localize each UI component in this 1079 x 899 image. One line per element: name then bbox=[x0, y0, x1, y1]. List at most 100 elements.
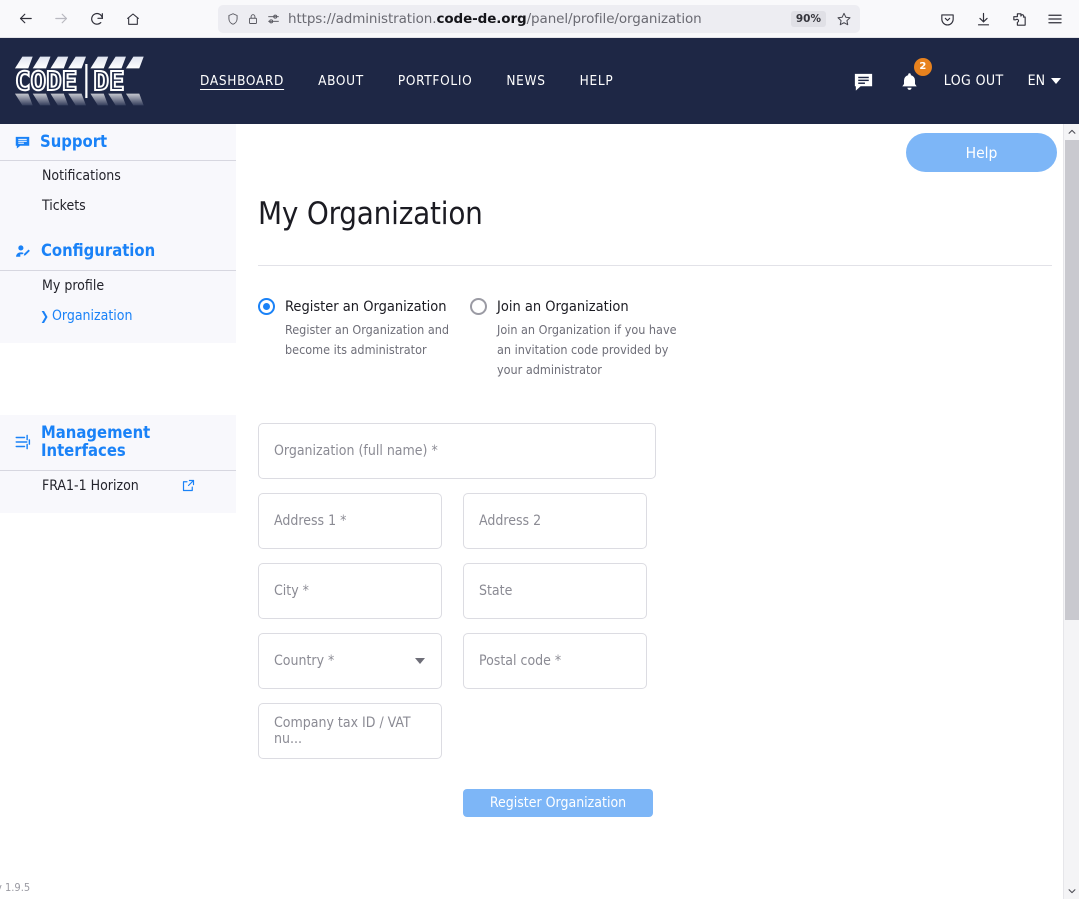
vertical-scrollbar[interactable] bbox=[1063, 124, 1079, 899]
language-selector[interactable]: EN bbox=[1028, 73, 1061, 89]
register-organization-button[interactable]: Register Organization bbox=[463, 789, 653, 818]
form-row: Address 1 * Address 2 bbox=[258, 493, 1079, 550]
sidebar-section-management-interfaces: Management Interfaces FRA1-1 Horizon bbox=[0, 414, 236, 513]
placeholder-text: Postal code * bbox=[479, 653, 562, 670]
radio-label-register: Register an Organization bbox=[285, 298, 447, 315]
nav-item-dashboard[interactable]: DASHBOARD bbox=[200, 73, 284, 89]
back-button[interactable] bbox=[8, 4, 42, 34]
pocket-icon[interactable] bbox=[931, 4, 963, 34]
form-row: City * State bbox=[258, 563, 1079, 620]
download-icon[interactable] bbox=[967, 4, 999, 34]
url-host: code-de.org bbox=[436, 11, 527, 27]
extensions-icon[interactable] bbox=[1003, 4, 1035, 34]
sidebar-item-tickets[interactable]: Tickets bbox=[0, 191, 236, 221]
country-select[interactable]: Country * bbox=[258, 633, 442, 690]
address-bar[interactable]: https://administration.code-de.org/panel… bbox=[218, 5, 860, 33]
placeholder-text: State bbox=[479, 583, 513, 600]
placeholder-text: Address 1 * bbox=[274, 513, 347, 530]
scrollbar-track[interactable] bbox=[1064, 140, 1079, 883]
radio-register-row[interactable]: Register an Organization bbox=[258, 298, 470, 315]
browser-nav-buttons bbox=[0, 4, 150, 34]
sidebar-section-header-configuration: Configuration bbox=[0, 233, 236, 271]
city-input[interactable]: City * bbox=[258, 563, 442, 620]
radio-option-join[interactable]: Join an Organization Join an Organizatio… bbox=[470, 298, 682, 379]
sidebar-item-label: Organization bbox=[52, 307, 133, 324]
sidebar-item-organization[interactable]: ❯ Organization bbox=[0, 301, 236, 331]
message-icon bbox=[14, 134, 31, 151]
url-text[interactable]: https://administration.code-de.org/panel… bbox=[288, 11, 784, 27]
user-edit-icon bbox=[14, 243, 32, 260]
nav-item-help[interactable]: HELP bbox=[580, 73, 614, 89]
sidebar-item-label: Tickets bbox=[42, 198, 86, 215]
shield-icon bbox=[226, 12, 240, 26]
language-label: EN bbox=[1027, 73, 1045, 89]
sidebar-item-my-profile[interactable]: My profile bbox=[0, 271, 236, 301]
svg-text:CODE: CODE bbox=[15, 67, 77, 97]
reload-button[interactable] bbox=[80, 4, 114, 34]
home-button[interactable] bbox=[116, 4, 150, 34]
radio-label-join: Join an Organization bbox=[497, 298, 629, 315]
url-prefix: https://administration. bbox=[288, 11, 437, 27]
title-divider bbox=[258, 265, 1052, 266]
organization-name-input[interactable]: Organization (full name) * bbox=[258, 423, 656, 480]
sliders-icon bbox=[14, 433, 32, 451]
radio-join-row[interactable]: Join an Organization bbox=[470, 298, 682, 315]
radio-button-join[interactable] bbox=[470, 298, 487, 315]
scrollbar-thumb[interactable] bbox=[1064, 140, 1079, 620]
nav-item-news[interactable]: NEWS bbox=[506, 73, 545, 89]
permissions-icon bbox=[266, 12, 281, 26]
help-button[interactable]: Help bbox=[906, 133, 1057, 172]
svg-text:DE: DE bbox=[93, 67, 124, 97]
nav-item-portfolio[interactable]: PORTFOLIO bbox=[398, 73, 473, 89]
sidebar-item-fra1-1-horizon[interactable]: FRA1-1 Horizon bbox=[0, 471, 236, 501]
logout-button[interactable]: LOG OUT bbox=[944, 73, 1004, 89]
sidebar-section-title: Support bbox=[40, 132, 108, 151]
browser-toolbar: https://administration.code-de.org/panel… bbox=[0, 0, 1079, 38]
radio-button-register[interactable] bbox=[258, 298, 275, 315]
postal-code-input[interactable]: Postal code * bbox=[463, 633, 647, 690]
nav-item-about[interactable]: ABOUT bbox=[318, 73, 364, 89]
codede-logo[interactable]: CODE DE bbox=[12, 49, 160, 113]
scroll-up-arrow-icon[interactable] bbox=[1064, 124, 1079, 140]
main-content: Help My Organization Register an Organiz… bbox=[236, 124, 1079, 899]
hamburger-menu-icon[interactable] bbox=[1039, 4, 1071, 34]
notification-badge: 2 bbox=[913, 57, 932, 76]
star-icon[interactable] bbox=[836, 11, 852, 27]
form-row: Company tax ID / VAT nu... bbox=[258, 703, 1079, 760]
vat-number-input[interactable]: Company tax ID / VAT nu... bbox=[258, 703, 442, 760]
browser-right-icons bbox=[931, 0, 1071, 38]
sidebar-item-label: FRA1-1 Horizon bbox=[42, 477, 139, 494]
zoom-level-badge[interactable]: 90% bbox=[790, 11, 826, 27]
header-actions: 2 LOG OUT EN bbox=[852, 38, 1061, 124]
submit-row: Register Organization bbox=[258, 789, 1079, 818]
message-icon[interactable] bbox=[852, 70, 875, 93]
placeholder-text: Address 2 bbox=[479, 513, 542, 530]
sidebar-item-label: Notifications bbox=[42, 168, 121, 185]
state-input[interactable]: State bbox=[463, 563, 647, 620]
address-1-input[interactable]: Address 1 * bbox=[258, 493, 442, 550]
chevron-down-icon[interactable] bbox=[415, 658, 425, 665]
scroll-down-arrow-icon[interactable] bbox=[1064, 883, 1079, 899]
form-row: Organization (full name) * bbox=[258, 423, 1079, 480]
placeholder-text: Country * bbox=[274, 653, 335, 670]
sidebar-section-title: Management Interfaces bbox=[41, 422, 151, 461]
padlock-icon bbox=[247, 12, 259, 26]
placeholder-text: Company tax ID / VAT nu... bbox=[274, 715, 411, 748]
radio-description-register: Register an Organization and become its … bbox=[285, 322, 450, 357]
sidebar-section-support: Support Notifications Tickets bbox=[0, 124, 236, 234]
placeholder-text: City * bbox=[274, 583, 309, 600]
forward-button[interactable] bbox=[44, 4, 78, 34]
form-row: Country * Postal code * bbox=[258, 633, 1079, 690]
url-path: /panel/profile/organization bbox=[526, 11, 702, 27]
address-2-input[interactable]: Address 2 bbox=[463, 493, 647, 550]
sidebar-item-notifications[interactable]: Notifications bbox=[0, 161, 236, 191]
radio-description-join: Join an Organization if you have an invi… bbox=[497, 322, 677, 377]
main-navigation: DASHBOARD ABOUT PORTFOLIO NEWS HELP bbox=[200, 73, 613, 89]
app-header: CODE DE DASHBOARD ABOUT PORTFOLIO NEWS H… bbox=[0, 38, 1079, 124]
external-link-icon[interactable] bbox=[181, 478, 196, 493]
radio-option-register[interactable]: Register an Organization Register an Org… bbox=[258, 298, 470, 379]
sidebar-section-header-management: Management Interfaces bbox=[0, 415, 236, 471]
bell-icon[interactable]: 2 bbox=[899, 57, 932, 93]
